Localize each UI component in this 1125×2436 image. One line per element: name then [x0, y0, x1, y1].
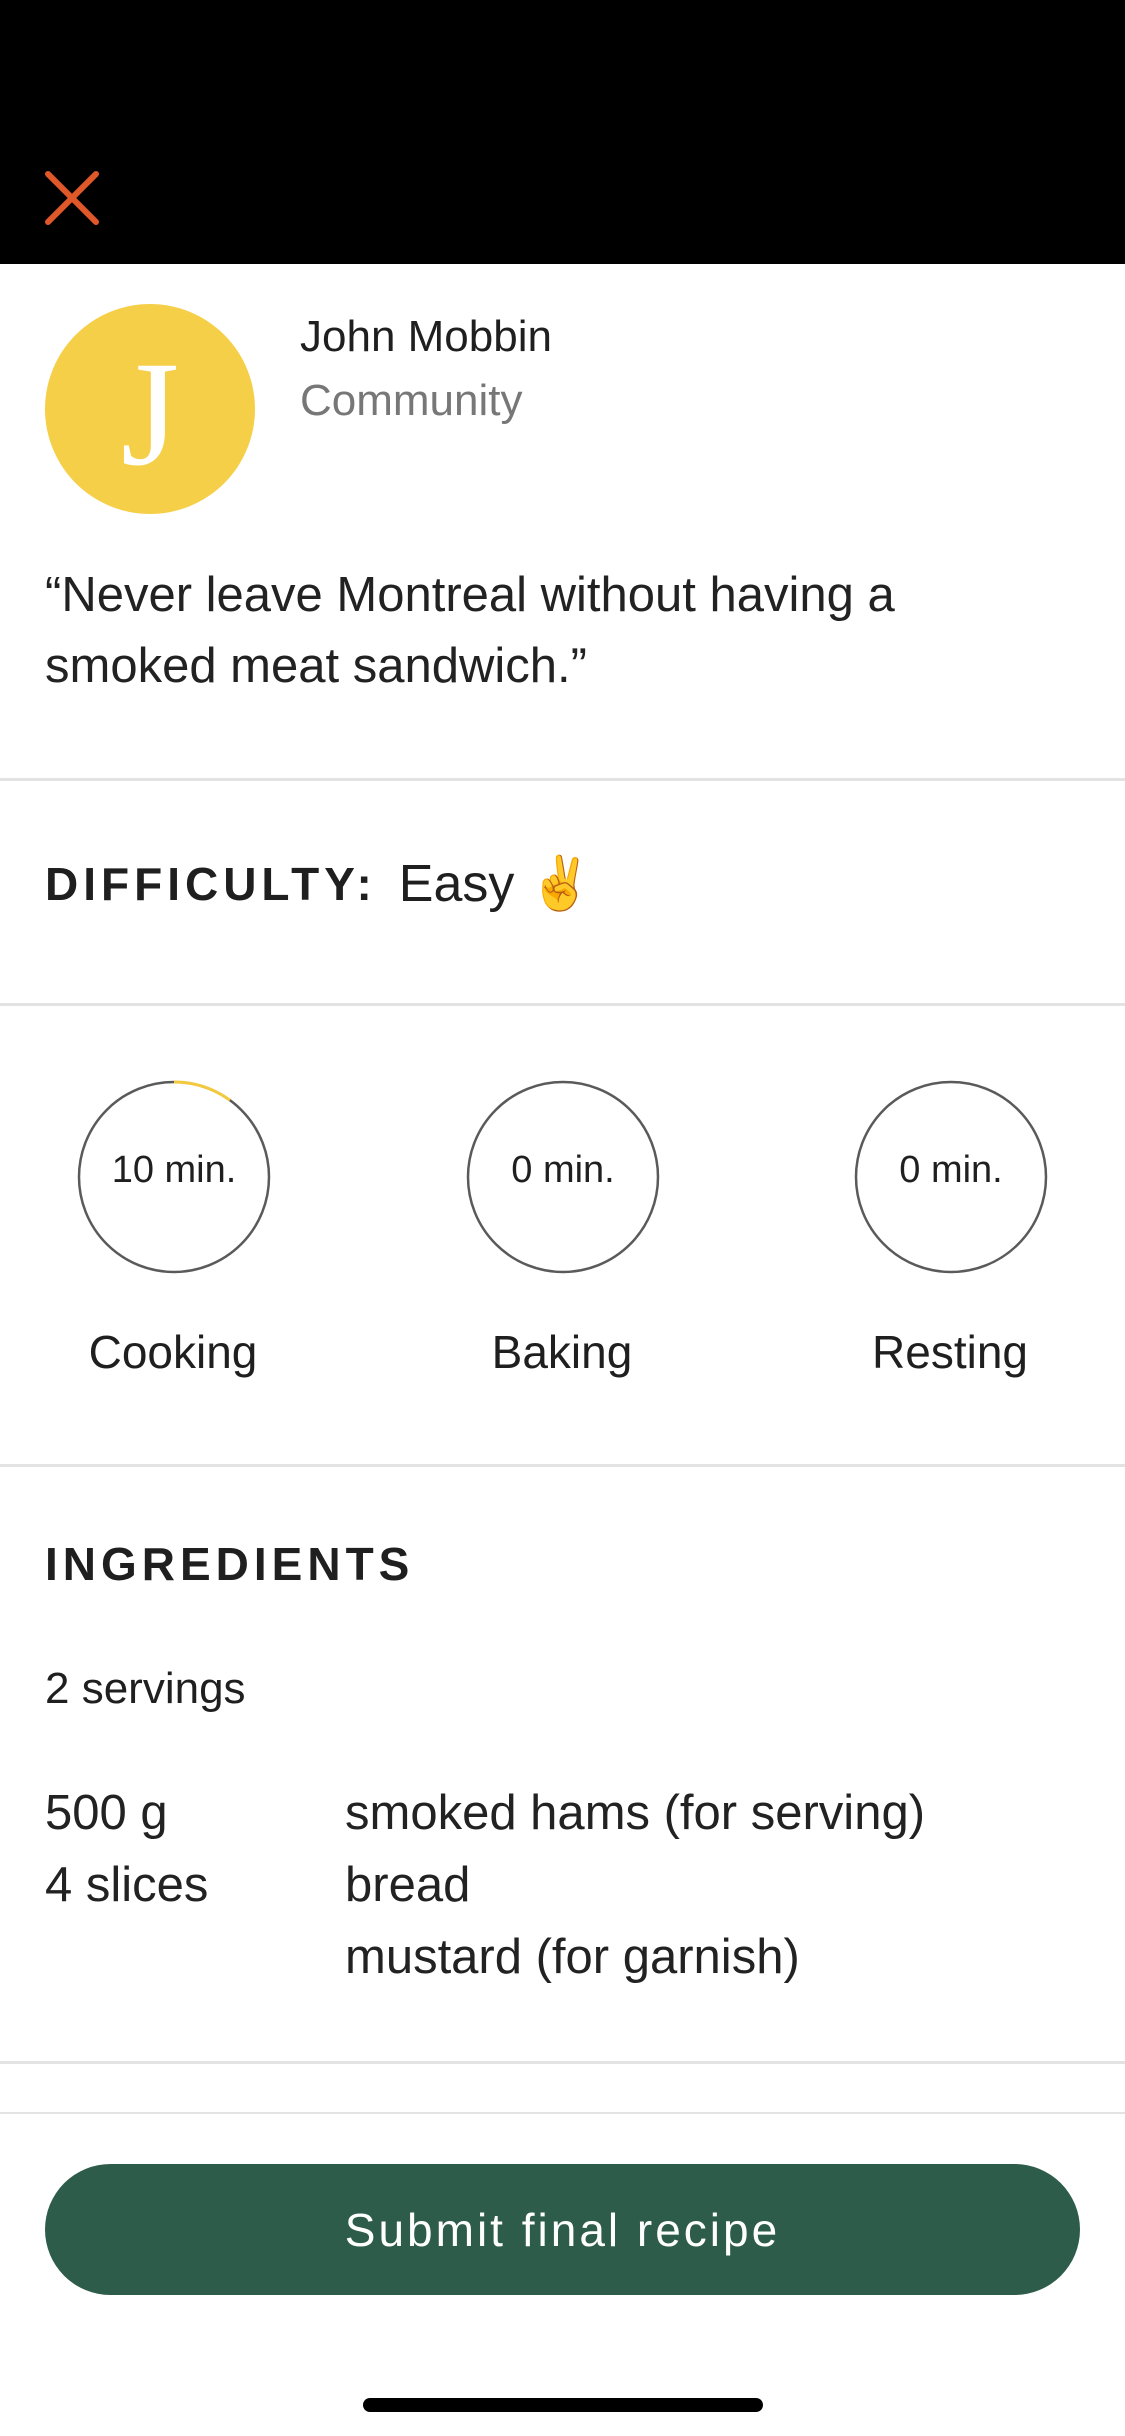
- close-button[interactable]: [34, 160, 110, 236]
- top-bar: [0, 0, 1125, 264]
- ingredient-row: mustard (for garnish): [45, 1921, 1085, 1993]
- close-icon: [45, 171, 99, 225]
- timer-label: Resting: [872, 1326, 1028, 1378]
- divider: [0, 778, 1125, 781]
- ingredient-quantity: 4 slices: [45, 1858, 209, 1912]
- ingredient-name: smoked hams (for serving): [345, 1786, 926, 1840]
- divider: [0, 1003, 1125, 1006]
- difficulty-label: DIFFICULTY:: [45, 857, 377, 910]
- submit-recipe-button[interactable]: Submit final recipe: [45, 2164, 1080, 2295]
- home-indicator[interactable]: [363, 2398, 763, 2412]
- timer-value: 0 min.: [899, 1148, 1003, 1191]
- difficulty-row: DIFFICULTY: Easy ✌️: [45, 853, 593, 914]
- ingredient-name: mustard (for garnish): [345, 1930, 800, 1984]
- author-name[interactable]: John Mobbin: [300, 312, 552, 362]
- ingredient-quantity: 500 g: [45, 1786, 168, 1840]
- divider: [0, 2061, 1125, 2064]
- timer-label: Baking: [491, 1326, 633, 1378]
- servings-count: 2 servings: [45, 1664, 246, 1713]
- victory-hand-emoji: ✌️: [528, 855, 594, 913]
- divider: [0, 2112, 1125, 2114]
- difficulty-value: Easy: [398, 854, 515, 913]
- ingredients-title: INGREDIENTS: [45, 1538, 415, 1590]
- author-role: Community: [300, 376, 523, 425]
- timer-value: 10 min.: [111, 1148, 237, 1191]
- divider: [0, 1464, 1125, 1467]
- avatar[interactable]: J: [45, 304, 255, 514]
- recipe-quote: “Never leave Montreal without having a s…: [45, 568, 895, 693]
- timer-label: Cooking: [88, 1326, 258, 1378]
- timer-value: 0 min.: [511, 1148, 615, 1191]
- ingredient-row: 500 g smoked hams (for serving): [45, 1777, 1085, 1849]
- ingredient-list: 500 g smoked hams (for serving) 4 slices…: [45, 1777, 1085, 1993]
- ingredient-row: 4 slices bread: [45, 1849, 1085, 1921]
- ingredient-name: bread: [345, 1858, 471, 1912]
